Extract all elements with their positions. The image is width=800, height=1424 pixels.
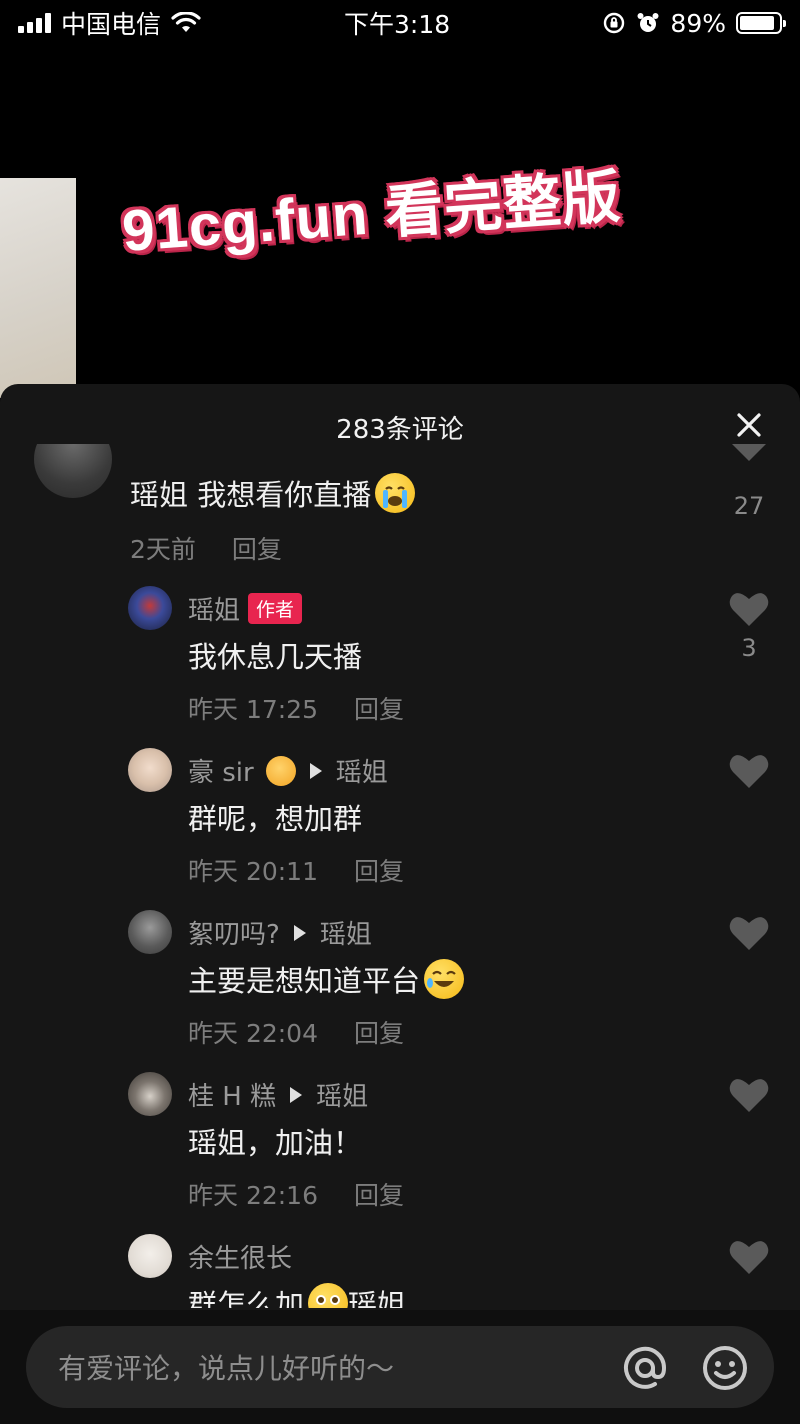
comment-time: 昨天 17:25	[188, 695, 318, 724]
comment-text-content: 群怎么加	[188, 1288, 305, 1308]
commenter-name[interactable]: 余生很长	[188, 1238, 292, 1275]
alarm-icon	[637, 13, 659, 32]
pleading-emoji-icon	[308, 1283, 349, 1308]
comment-meta: 2天前 回复	[130, 530, 282, 566]
tiger-emoji-icon	[265, 755, 296, 786]
battery-icon	[736, 12, 786, 34]
comment-time: 昨天 22:16	[188, 1181, 318, 1210]
like-count: 3	[741, 634, 757, 662]
emoji-smile-icon[interactable]	[700, 1343, 750, 1393]
like-heart-icon[interactable]	[728, 1076, 770, 1114]
comment-meta: 昨天 22:16 回复	[188, 1176, 404, 1212]
reply-button[interactable]: 回复	[354, 690, 404, 726]
video-thumbnail	[0, 178, 76, 398]
like-heart-icon[interactable]	[728, 444, 770, 462]
commenter-name[interactable]: 瑶姐 作者	[188, 590, 303, 627]
reply-to-name: 瑶姐	[316, 1082, 369, 1112]
comment-meta: 昨天 20:11 回复	[188, 852, 404, 888]
reply-arrow-icon	[290, 1086, 303, 1103]
battery-percent: 89%	[670, 8, 726, 38]
avatar[interactable]	[128, 910, 172, 954]
reply-to-name: 瑶姐	[319, 920, 372, 950]
commenter-name-text: 桂 H 糕	[188, 1082, 277, 1112]
reply-arrow-icon	[309, 762, 322, 779]
carrier-label: 中国电信	[61, 10, 162, 39]
comment-input-bar: 有爱评论，说点儿好听的～	[0, 1310, 800, 1424]
reply-button[interactable]: 回复	[232, 530, 282, 566]
commenter-name-text: 余生很长	[188, 1244, 293, 1274]
avatar[interactable]	[128, 586, 172, 630]
commenter-name[interactable]: 豪 sir 瑶姐	[188, 752, 388, 789]
close-icon[interactable]	[734, 410, 764, 440]
avatar[interactable]	[128, 1072, 172, 1116]
comment-text-content: 瑶姐	[348, 1288, 407, 1308]
avatar[interactable]	[128, 1234, 172, 1278]
commenter-name-text: 豪 sir	[188, 758, 254, 788]
comment-input[interactable]: 有爱评论，说点儿好听的～	[26, 1326, 774, 1408]
crying-emoji-icon	[375, 473, 416, 513]
status-bar: 中国电信 下午3:18 89%	[0, 0, 800, 46]
video-overlay-text: 91cg.fun 看完整版	[120, 164, 624, 264]
comment-time: 昨天 20:11	[188, 857, 318, 886]
wifi-icon	[171, 12, 201, 32]
commenter-name[interactable]: 絮叨吗? 瑶姐	[188, 914, 372, 951]
commenter-name[interactable]: 桂 H 糕 瑶姐	[188, 1076, 368, 1113]
status-time: 下午3:18	[344, 10, 451, 39]
comments-count-title: 283条评论	[336, 414, 464, 445]
comment-text-content: 主要是想知道平台	[188, 964, 421, 998]
reply-button[interactable]: 回复	[354, 1176, 404, 1212]
like-count: 27	[733, 492, 765, 520]
status-left: 中国电信	[18, 5, 201, 41]
comment-text-content: 瑶姐 我想看你直播	[130, 478, 372, 512]
like-heart-icon[interactable]	[728, 590, 770, 628]
reply-to-name: 瑶姐	[335, 758, 388, 788]
rotation-lock-icon	[604, 12, 625, 34]
comment-text: 群呢，想加群	[188, 802, 363, 836]
signal-icon	[18, 13, 51, 33]
commenter-name-text: 絮叨吗?	[188, 920, 280, 950]
comment-text: 瑶姐 我想看你直播	[130, 472, 416, 514]
comment-text: 我休息几天播	[188, 640, 363, 674]
comment-time: 2天前	[130, 535, 196, 564]
comment-meta: 昨天 22:04 回复	[188, 1014, 404, 1050]
avatar[interactable]	[34, 444, 112, 498]
reply-button[interactable]: 回复	[354, 1014, 404, 1050]
comment-meta: 昨天 17:25 回复	[188, 690, 404, 726]
video-player[interactable]: 91cg.fun 看完整版	[0, 46, 800, 406]
like-heart-icon[interactable]	[728, 1238, 770, 1276]
like-heart-icon[interactable]	[728, 914, 770, 952]
commenter-name-text: 瑶姐	[188, 596, 241, 626]
comment-input-placeholder: 有爱评论，说点儿好听的～	[58, 1352, 395, 1385]
like-heart-icon[interactable]	[728, 752, 770, 790]
comment-text: 群怎么加 瑶姐	[188, 1282, 406, 1308]
reply-button[interactable]: 回复	[354, 852, 404, 888]
reply-arrow-icon	[293, 924, 306, 941]
rofl-emoji-icon	[424, 959, 465, 999]
avatar[interactable]	[128, 748, 172, 792]
comments-panel: 283条评论 瑶姐 我想看你直播 2天前 回复 27 瑶姐 作者 我休息几天播 …	[0, 384, 800, 1424]
comment-text: 主要是想知道平台	[188, 958, 465, 1000]
comment-list[interactable]: 瑶姐 我想看你直播 2天前 回复 27 瑶姐 作者 我休息几天播 昨天 17:2…	[0, 444, 800, 1308]
comment-text: 瑶姐，加油！	[188, 1126, 363, 1160]
mention-at-icon[interactable]	[620, 1343, 670, 1393]
status-right: 89%	[602, 8, 786, 38]
author-badge: 作者	[248, 593, 303, 624]
comment-time: 昨天 22:04	[188, 1019, 318, 1048]
